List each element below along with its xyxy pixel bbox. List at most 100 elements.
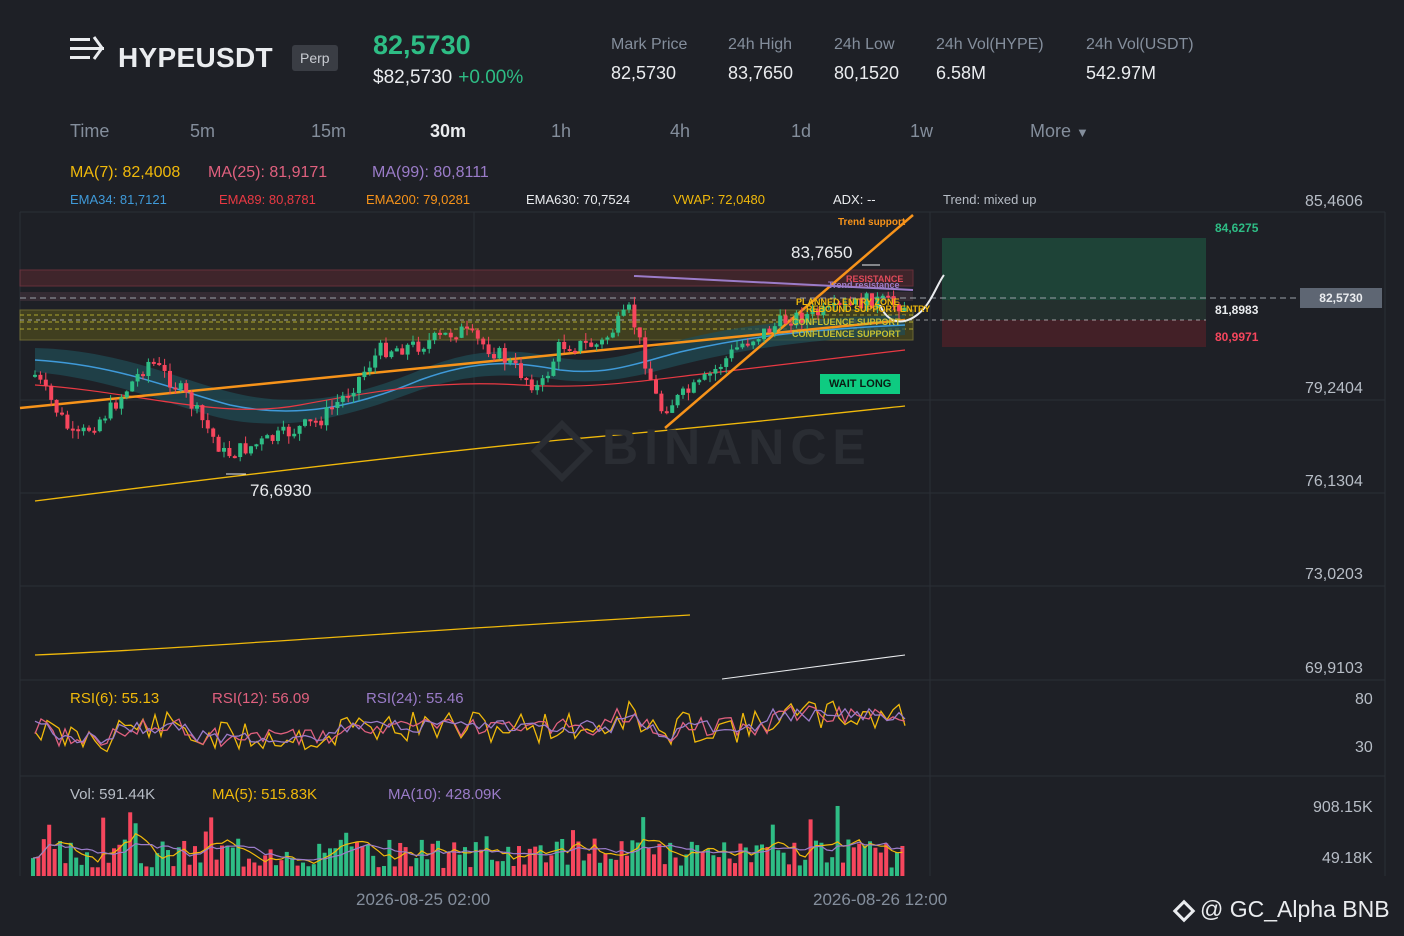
volume-bar — [284, 851, 289, 876]
volume-bar — [414, 858, 419, 876]
volume-bar — [247, 858, 251, 876]
volume-bar — [479, 849, 484, 876]
volume-bar — [274, 865, 278, 876]
volume-bar — [468, 867, 473, 876]
volume-bar — [63, 863, 68, 876]
volume-bar — [241, 866, 246, 876]
volume-bar — [706, 849, 710, 876]
volume-bar — [149, 867, 154, 876]
volume-bar — [95, 867, 100, 876]
volume-bar — [738, 843, 743, 876]
volume-bar — [382, 865, 386, 876]
volume-bar — [392, 866, 397, 876]
volume-bar — [484, 836, 489, 876]
volume-bar — [619, 841, 624, 876]
volume-bar — [457, 854, 462, 876]
volume-bar — [684, 854, 689, 876]
volume-bar — [576, 841, 581, 876]
volume-bar — [144, 866, 149, 876]
volume-bar — [722, 842, 727, 876]
volume-bar — [835, 805, 840, 876]
volume-bar — [328, 848, 332, 876]
volume-bar — [128, 812, 133, 876]
volume-bar — [155, 853, 160, 876]
volume-bar — [230, 847, 235, 876]
volume-bar — [727, 858, 732, 876]
volume-bar — [749, 862, 754, 876]
volume-bar — [830, 857, 835, 876]
volume-bar — [90, 867, 95, 876]
handle-text: @ GC_Alpha BNB — [1200, 896, 1390, 922]
volume-bar — [133, 823, 138, 876]
volume-bar — [549, 855, 554, 876]
volume-bar — [571, 830, 575, 876]
volume-bar — [630, 840, 635, 876]
volume-bar — [889, 867, 894, 876]
volume-bar — [47, 824, 52, 876]
volume-bar — [52, 848, 57, 876]
time-axis-label: 2026-08-26 12:00 — [813, 890, 948, 909]
volume-bar — [662, 864, 667, 876]
volume-bar — [441, 867, 446, 876]
volume-bar — [68, 842, 73, 876]
volume-bar — [473, 842, 478, 876]
volume-bar — [322, 852, 327, 876]
volume-chart — [31, 805, 905, 876]
volume-bar — [500, 861, 505, 876]
volume-bar — [338, 839, 343, 876]
volume-bar — [754, 845, 759, 876]
volume-bar — [900, 845, 905, 876]
volume-bar — [857, 843, 862, 876]
volume-bar — [554, 841, 559, 876]
volume-bar — [824, 862, 829, 876]
volume-bar — [527, 848, 532, 876]
volume-bar — [198, 862, 203, 876]
volume-bar — [311, 864, 316, 876]
volume-bar — [873, 847, 878, 876]
volume-bar — [214, 859, 219, 876]
volume-bar — [257, 865, 262, 876]
volume-bar — [587, 853, 592, 876]
volume-bar — [679, 865, 683, 876]
volume-bar — [236, 838, 241, 876]
volume-bar — [862, 845, 867, 876]
volume-bar — [878, 852, 883, 876]
volume-bar — [868, 841, 872, 876]
volume-bar — [193, 846, 197, 876]
volume-bar — [776, 850, 781, 876]
volume-bar — [360, 846, 365, 876]
volume-bar — [560, 838, 565, 876]
volume-bar — [203, 831, 208, 876]
volume-bar — [41, 839, 46, 876]
volume-bar — [279, 860, 284, 876]
volume-bar — [711, 855, 716, 876]
volume-bar — [506, 846, 511, 876]
volume-bar — [598, 862, 602, 876]
volume-bar — [797, 865, 802, 876]
volume-bar — [803, 859, 808, 876]
volume-bar — [646, 848, 651, 876]
volume-bar — [544, 862, 548, 876]
volume-bar — [79, 864, 84, 876]
volume-bar — [430, 843, 435, 876]
volume-bar — [187, 864, 192, 876]
volume-bar — [263, 855, 268, 876]
binance-logo-icon — [1172, 899, 1196, 923]
volume-bar — [419, 839, 424, 876]
time-axis-label: 2026-08-25 02:00 — [356, 890, 491, 909]
volume-bar — [733, 863, 737, 876]
volume-bar — [182, 840, 187, 876]
volume-bar — [841, 862, 845, 876]
volume-bar — [689, 841, 694, 876]
volume-bar — [517, 846, 521, 876]
volume-bar — [522, 864, 527, 876]
volume-bar — [625, 855, 629, 876]
volume-bar — [657, 843, 662, 876]
volume-bar — [225, 845, 230, 876]
volume-bar — [608, 858, 613, 876]
volume-bar — [376, 867, 381, 876]
volume-bar — [31, 858, 35, 876]
volume-bar — [895, 852, 899, 876]
volume-bar — [122, 839, 127, 876]
volume-bar — [301, 862, 305, 876]
